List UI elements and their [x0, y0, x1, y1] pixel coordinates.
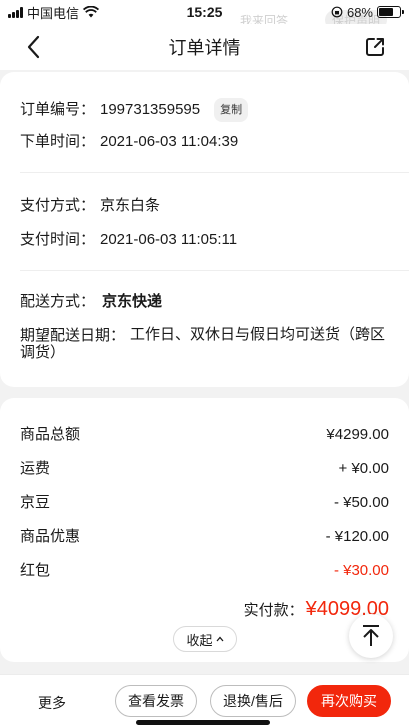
copy-button[interactable]: 复制: [214, 98, 249, 122]
amount-label: 商品总额: [20, 426, 81, 443]
amount-value: + ¥0.00: [338, 460, 389, 477]
page-title: 订单详情: [168, 38, 241, 58]
amount-label: 商品优惠: [20, 528, 81, 545]
return-service-button[interactable]: 退换/售后: [210, 685, 296, 717]
amount-row: 红包 - ¥30.00: [20, 561, 389, 581]
nav-bar: 订单详情: [0, 24, 409, 70]
order-time-row: 下单时间： 2021-06-03 11:04:39: [20, 132, 389, 152]
amount-label: 京豆: [20, 494, 51, 511]
amount-value: ¥4299.00: [326, 426, 389, 443]
orientation-lock-icon: [331, 6, 343, 18]
expected-date-value: 工作日、双休日与假日均可送货（跨区调货）: [20, 326, 386, 361]
amount-row: 京豆 - ¥50.00: [20, 493, 389, 513]
order-number-row: 订单编号： 199731359595 复制: [20, 98, 389, 122]
delivery-row: 配送方式： 京东快递: [20, 292, 389, 312]
amount-label: 红包: [20, 562, 51, 579]
expected-date-row: 期望配送日期： 工作日、双休日与假日均可送货（跨区调货）: [20, 326, 389, 361]
amount-row: 运费 + ¥0.00: [20, 459, 389, 479]
amount-value: - ¥50.00: [333, 494, 389, 511]
carrier-name: 中国电信: [27, 5, 80, 21]
wifi-icon: [83, 6, 100, 18]
battery-percent: 68%: [346, 4, 373, 20]
actual-payment-label: 实付款：: [243, 602, 304, 619]
pay-method-row: 支付方式： 京东白条: [20, 196, 389, 216]
chevron-left-icon[interactable]: [22, 34, 46, 60]
order-number-label: 订单编号：: [20, 101, 96, 118]
collapse-button[interactable]: 收起: [173, 626, 237, 652]
pay-time: 2021-06-03 11:05:11: [100, 231, 238, 248]
order-time: 2021-06-03 11:04:39: [100, 133, 239, 150]
delivery-method: 京东快递: [102, 293, 163, 310]
arrow-up-icon: [363, 625, 379, 646]
amount-value: - ¥120.00: [325, 528, 389, 545]
amount-label: 运费: [20, 460, 51, 477]
order-time-label: 下单时间：: [20, 133, 96, 150]
collapse-label: 收起: [186, 632, 213, 648]
pay-method-label: 支付方式：: [20, 197, 96, 214]
pay-time-label: 支付时间：: [20, 231, 96, 248]
more-button[interactable]: 更多: [38, 693, 66, 713]
amount-value: - ¥30.00: [333, 562, 389, 579]
delivery-label: 配送方式：: [20, 293, 96, 310]
chevron-up-icon: [216, 636, 223, 642]
home-indicator: [136, 720, 270, 725]
pay-method: 京东白条: [100, 197, 161, 214]
buy-again-button[interactable]: 再次购买: [307, 685, 391, 717]
back-to-top-button[interactable]: [349, 614, 393, 658]
pay-time-row: 支付时间： 2021-06-03 11:05:11: [20, 230, 389, 250]
battery-icon: [377, 6, 404, 18]
signal-icon: [8, 6, 23, 18]
share-icon[interactable]: [363, 35, 387, 59]
amount-row: 商品优惠 - ¥120.00: [20, 527, 389, 547]
divider: [20, 270, 409, 271]
divider: [20, 172, 409, 173]
amount-row: 商品总额 ¥4299.00: [20, 425, 389, 445]
view-invoice-button[interactable]: 查看发票: [115, 685, 197, 717]
order-number: 199731359595: [100, 101, 201, 118]
